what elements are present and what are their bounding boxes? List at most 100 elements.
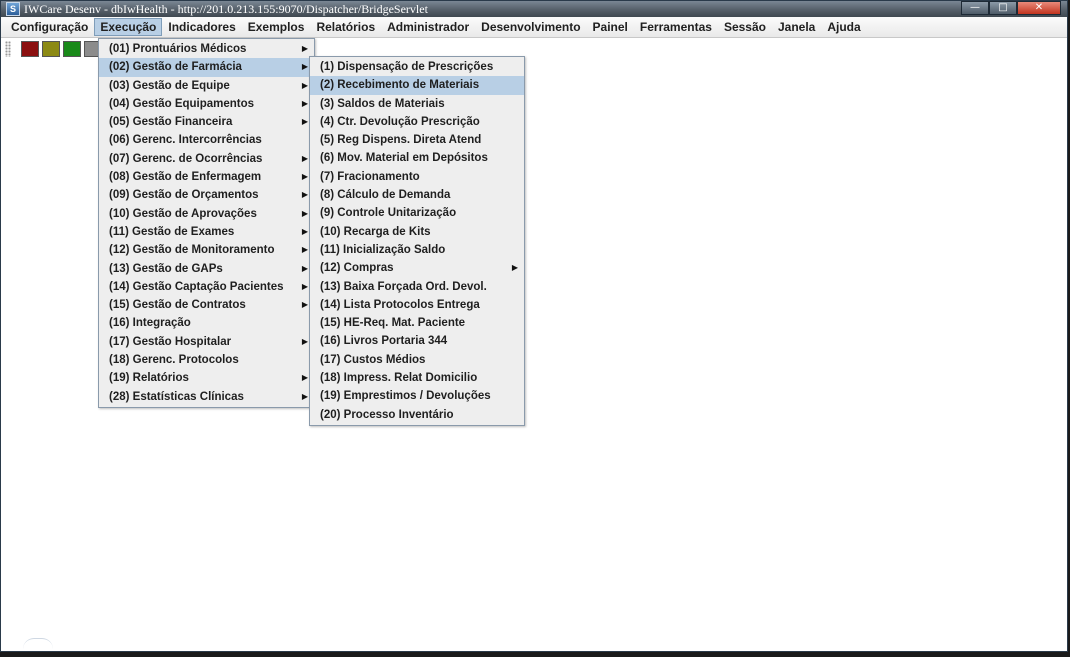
submenu-arrow-icon: ▶ (301, 373, 308, 383)
menu-administrador[interactable]: Administrador (381, 18, 475, 36)
app-window: S IWCare Desenv - dbIwHealth - http://20… (0, 0, 1068, 652)
menu-exemplos[interactable]: Exemplos (242, 18, 311, 36)
menu-item-label: (16) Livros Portaria 344 (320, 335, 448, 348)
maximize-button[interactable]: □ (989, 1, 1017, 15)
menu-ajuda[interactable]: Ajuda (821, 18, 866, 36)
menu-item-08-gestao-de-enfermagem[interactable]: (08) Gestão de Enfermagem ▶ (99, 168, 314, 186)
menu-item-15-he-req-mat-paciente[interactable]: (15) HE-Req. Mat. Paciente (310, 314, 524, 332)
menu-item-13-baixa-forcada-ord-devol[interactable]: (13) Baixa Forçada Ord. Devol. (310, 278, 524, 296)
green-square-icon[interactable] (63, 41, 81, 57)
menu-item-label: (9) Controle Unitarização (320, 207, 457, 220)
menu-item-06-gerenc-intercorrencias[interactable]: (06) Gerenc. Intercorrências (99, 131, 314, 149)
menu-item-7-fracionamento[interactable]: (7) Fracionamento (310, 168, 524, 186)
menu-configuracao[interactable]: Configuração (5, 18, 94, 36)
app-icon: S (6, 2, 20, 16)
menu-item-16-livros-portaria-344[interactable]: (16) Livros Portaria 344 (310, 332, 524, 350)
menu-execucao[interactable]: Execução (94, 18, 163, 36)
minimize-button[interactable]: — (961, 1, 989, 15)
menu-item-15-gestao-de-contratos[interactable]: (15) Gestão de Contratos ▶ (99, 296, 314, 314)
menu-item-12-compras[interactable]: (12) Compras ▶ (310, 259, 524, 277)
menu-item-04-gestao-equipamentos[interactable]: (04) Gestão Equipamentos ▶ (99, 95, 314, 113)
menu-item-label: (7) Fracionamento (320, 170, 420, 183)
menu-item-label: (08) Gestão de Enfermagem (109, 171, 262, 184)
menu-item-03-gestao-de-equipe[interactable]: (03) Gestão de Equipe ▶ (99, 77, 314, 95)
menu-item-10-recarga-de-kits[interactable]: (10) Recarga de Kits (310, 223, 524, 241)
menu-item-10-gestao-de-aprovacoes[interactable]: (10) Gestão de Aprovações ▶ (99, 205, 314, 223)
menu-item-label: (11) Gestão de Exames (109, 225, 235, 238)
menu-janela[interactable]: Janela (772, 18, 821, 36)
olive-square-icon[interactable] (42, 41, 60, 57)
toolbar (5, 39, 105, 59)
menu-item-14-lista-protocolos-entrega[interactable]: (14) Lista Protocolos Entrega (310, 296, 524, 314)
menu-item-19-relatorios[interactable]: (19) Relatórios ▶ (99, 369, 314, 387)
menu-item-02-gestao-de-farmacia[interactable]: (02) Gestão de Farmácia ▶ (99, 58, 314, 77)
menu-item-11-gestao-de-exames[interactable]: (11) Gestão de Exames ▶ (99, 223, 314, 241)
menu-item-label: (17) Gestão Hospitalar (109, 335, 232, 348)
submenu-arrow-icon: ▶ (301, 245, 308, 255)
menu-item-12-gestao-de-monitoramento[interactable]: (12) Gestão de Monitoramento ▶ (99, 241, 314, 259)
menu-item-07-gerenc-de-ocorrencias[interactable]: (07) Gerenc. de Ocorrências ▶ (99, 150, 314, 168)
menu-item-label: (4) Ctr. Devolução Prescrição (320, 115, 480, 128)
menu-item-label: (14) Gestão Captação Pacientes (109, 280, 284, 293)
menu-item-label: (05) Gestão Financeira (109, 116, 233, 129)
menu-ferramentas[interactable]: Ferramentas (634, 18, 718, 36)
close-button[interactable]: ✕ (1017, 1, 1061, 15)
menu-item-20-processo-inventario[interactable]: (20) Processo Inventário (310, 406, 524, 424)
menu-item-label: (16) Integração (109, 317, 191, 330)
menu-item-label: (07) Gerenc. de Ocorrências (109, 152, 263, 165)
menu-item-14-gestao-captacao-pacientes[interactable]: (14) Gestão Captação Pacientes ▶ (99, 278, 314, 296)
menu-item-label: (03) Gestão de Equipe (109, 79, 230, 92)
menu-item-01-prontuarios-medicos[interactable]: (01) Prontuários Médicos ▶ (99, 40, 314, 58)
menu-item-13-gestao-de-gaps[interactable]: (13) Gestão de GAPs ▶ (99, 260, 314, 278)
menu-item-3-saldos-de-materiais[interactable]: (3) Saldos de Materiais (310, 95, 524, 113)
menu-desenvolvimento[interactable]: Desenvolvimento (475, 18, 586, 36)
menu-item-label: (15) Gestão de Contratos (109, 299, 246, 312)
menu-item-2-recebimento-de-materiais[interactable]: (2) Recebimento de Materiais (310, 76, 524, 95)
menu-item-label: (18) Gerenc. Protocolos (109, 354, 239, 367)
window-controls: — □ ✕ (961, 1, 1061, 15)
menu-item-28-estatisticas-clinicas[interactable]: (28) Estatísticas Clínicas ▶ (99, 388, 314, 406)
submenu-arrow-icon: ▶ (301, 117, 308, 127)
menu-item-18-gerenc-protocolos[interactable]: (18) Gerenc. Protocolos (99, 351, 314, 369)
menu-item-17-gestao-hospitalar[interactable]: (17) Gestão Hospitalar ▶ (99, 333, 314, 351)
menu-bar: Configuração Execução Indicadores Exemplos R… (1, 17, 1067, 38)
menu-item-18-impress-relat-domicilio[interactable]: (18) Impress. Relat Domicilio (310, 369, 524, 387)
title-bar[interactable]: S IWCare Desenv - dbIwHealth - http://20… (1, 1, 1067, 17)
menu-item-8-calculo-de-demanda[interactable]: (8) Cálculo de Demanda (310, 186, 524, 204)
menu-item-1-dispensacao-de-prescricoes[interactable]: (1) Dispensação de Prescrições (310, 58, 524, 76)
red-square-icon[interactable] (21, 41, 39, 57)
menu-item-label: (3) Saldos de Materiais (320, 97, 445, 110)
menu-item-4-ctr-devolucao-prescricao[interactable]: (4) Ctr. Devolução Prescrição (310, 113, 524, 131)
menu-item-label: (18) Impress. Relat Domicilio (320, 372, 478, 385)
submenu-arrow-icon: ▶ (301, 263, 308, 273)
menu-relatorios[interactable]: Relatórios (310, 18, 381, 36)
menu-item-05-gestao-financeira[interactable]: (05) Gestão Financeira ▶ (99, 113, 314, 131)
menu-item-label: (02) Gestão de Farmácia (109, 61, 242, 74)
submenu-arrow-icon: ▶ (511, 263, 518, 273)
menu-item-16-integracao[interactable]: (16) Integração (99, 314, 314, 332)
menu-item-09-gestao-de-orcamentos[interactable]: (09) Gestão de Orçamentos ▶ (99, 186, 314, 204)
toolbar-grip-handle[interactable] (5, 41, 11, 57)
menu-sessao[interactable]: Sessão (718, 18, 772, 36)
menu-item-label: (12) Compras (320, 262, 394, 275)
menu-item-label: (19) Relatórios (109, 372, 189, 385)
menu-item-label: (5) Reg Dispens. Direta Atend (320, 134, 482, 147)
submenu-arrow-icon: ▶ (301, 300, 308, 310)
menu-painel[interactable]: Painel (587, 18, 634, 36)
execucao-dropdown-menu: (01) Prontuários Médicos ▶ (02) Gestão de … (98, 38, 315, 408)
menu-item-label: (09) Gestão de Orçamentos (109, 189, 259, 202)
menu-item-9-controle-unitarizacao[interactable]: (9) Controle Unitarização (310, 204, 524, 222)
window-corner-decoration (23, 638, 53, 649)
menu-indicadores[interactable]: Indicadores (162, 18, 241, 36)
menu-item-6-mov-material-em-depositos[interactable]: (6) Mov. Material em Depósitos (310, 149, 524, 167)
submenu-arrow-icon: ▶ (301, 336, 308, 346)
menu-item-11-inicializacao-saldo[interactable]: (11) Inicialização Saldo (310, 241, 524, 259)
submenu-arrow-icon: ▶ (301, 172, 308, 182)
submenu-arrow-icon: ▶ (301, 44, 308, 53)
menu-item-19-emprestimos-devolucoes[interactable]: (19) Emprestimos / Devoluções (310, 387, 524, 405)
menu-item-17-custos-medios[interactable]: (17) Custos Médios (310, 351, 524, 369)
menu-item-label: (13) Gestão de GAPs (109, 262, 223, 275)
submenu-arrow-icon: ▶ (301, 281, 308, 291)
menu-item-5-reg-dispens-direta-atend[interactable]: (5) Reg Dispens. Direta Atend (310, 131, 524, 149)
menu-item-label: (15) HE-Req. Mat. Paciente (320, 317, 466, 330)
